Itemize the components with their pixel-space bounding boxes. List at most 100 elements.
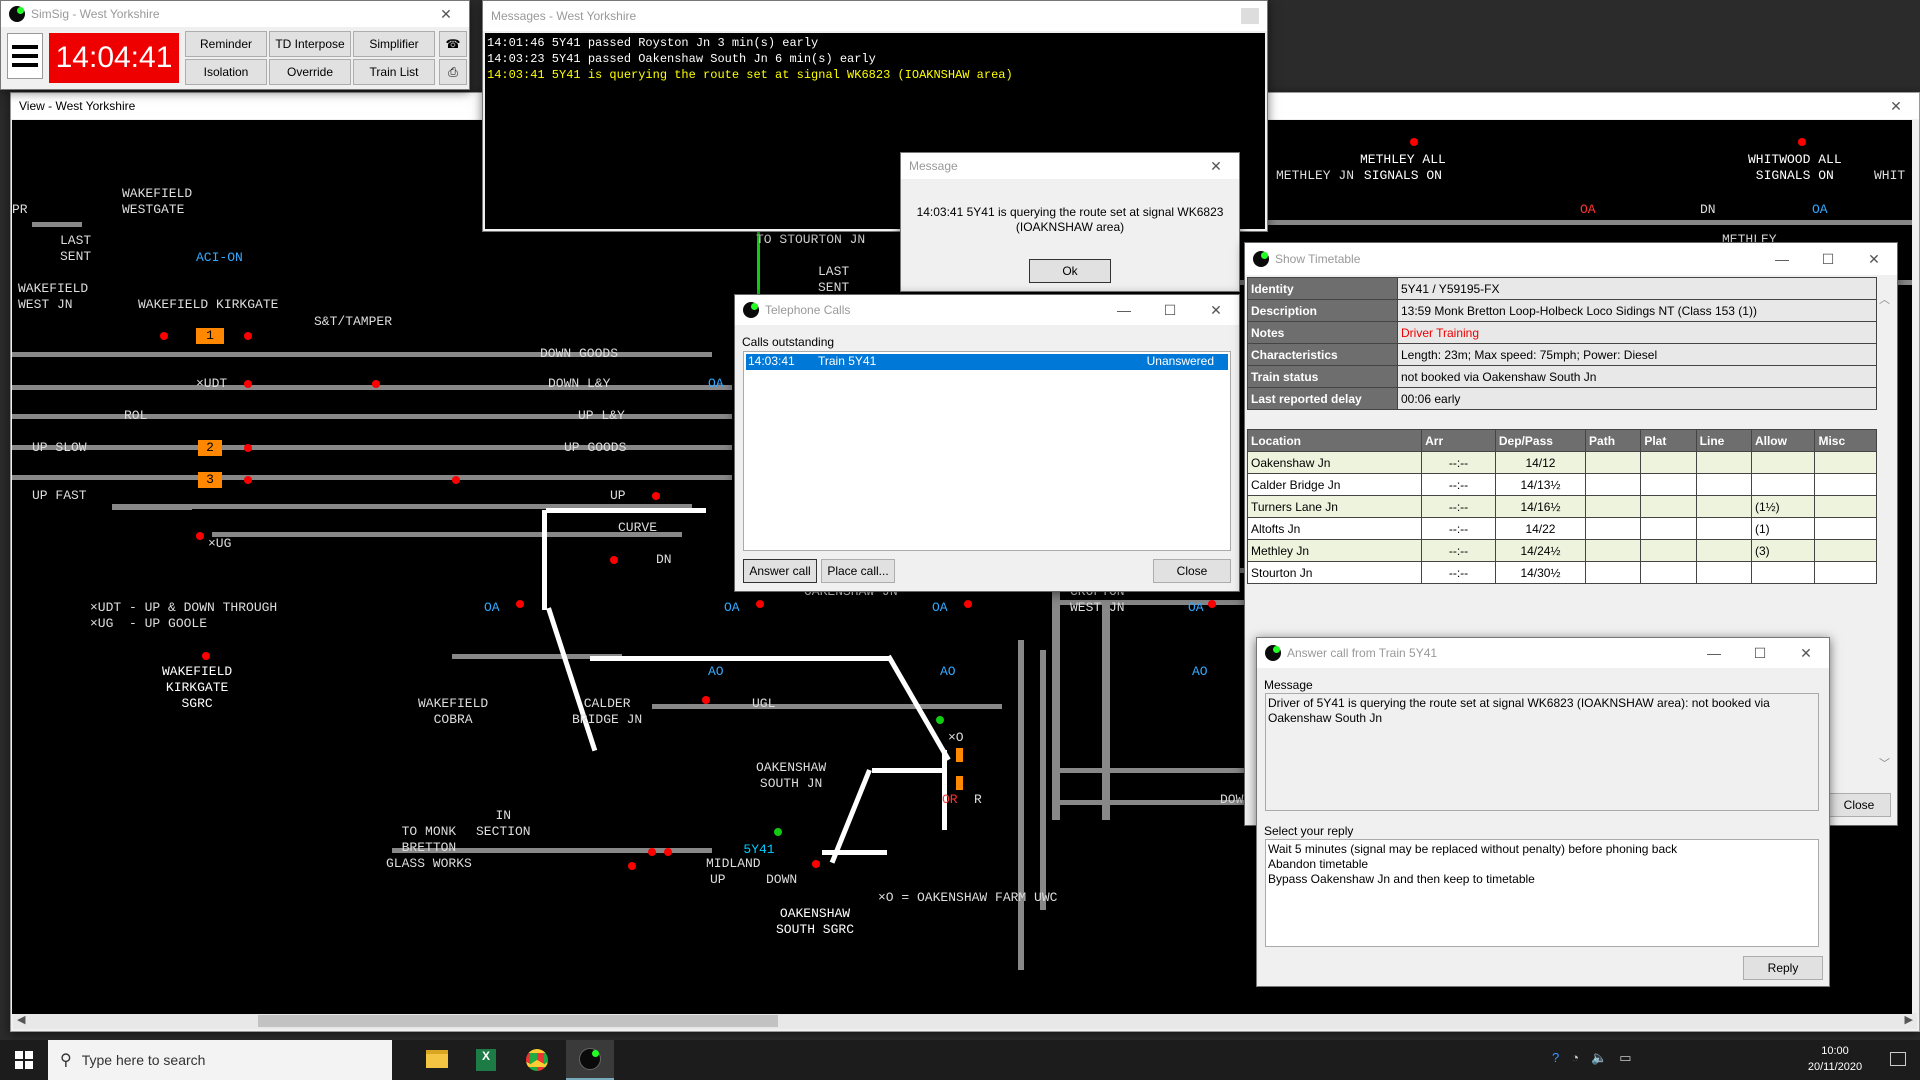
simplifier-button[interactable]: Simplifier	[353, 31, 435, 57]
scroll-right-icon[interactable]: ▶	[1905, 1013, 1913, 1026]
label-oa-3[interactable]: OA	[724, 600, 740, 616]
minimize-icon[interactable]: —	[1101, 295, 1147, 325]
signal[interactable]	[1208, 600, 1216, 608]
berth-3[interactable]: 3	[198, 472, 222, 488]
simsig-taskbar-button[interactable]	[566, 1040, 614, 1080]
isolation-button[interactable]: Isolation	[185, 59, 267, 85]
scroll-down-icon[interactable]: ﹀	[1879, 755, 1890, 771]
signal[interactable]	[196, 532, 204, 540]
timetable-row[interactable]: Methley Jn --:-- 14/24½ (3)	[1246, 539, 1877, 562]
signal[interactable]	[244, 476, 252, 484]
label-ao-1[interactable]: AO	[708, 664, 724, 680]
reply-button[interactable]: Reply	[1743, 956, 1823, 980]
signal[interactable]	[1410, 138, 1418, 146]
reply-option-3[interactable]: Bypass Oakenshaw Jn and then keep to tim…	[1268, 872, 1816, 887]
view-horizontal-scrollbar[interactable]: ◀ ▶	[13, 1013, 1917, 1029]
tray-clock[interactable]: 10:00 20/11/2020	[1790, 1043, 1880, 1075]
spreadsheet-app-icon[interactable]: X	[476, 1049, 496, 1071]
messages-scroll-box[interactable]	[1241, 8, 1259, 24]
timetable-row[interactable]: Stourton Jn --:-- 14/30½	[1246, 561, 1877, 584]
action-center-icon[interactable]	[1890, 1052, 1906, 1066]
taskbar-search[interactable]: ⚲ Type here to search	[48, 1040, 392, 1080]
train-list-button[interactable]: Train List	[353, 59, 435, 85]
signal[interactable]	[664, 848, 672, 856]
aci-on-indicator[interactable]: ACI-ON	[196, 250, 243, 266]
label-oa-1[interactable]: OA	[708, 376, 724, 392]
telephone-close-button[interactable]: Close	[1153, 559, 1231, 583]
timetable-scrollbar[interactable]: ︿ ﹀	[1879, 291, 1893, 771]
scroll-up-icon[interactable]: ︿	[1879, 291, 1890, 307]
timetable-close-button[interactable]: Close	[1827, 793, 1891, 817]
clock-display[interactable]: 14:04:41	[49, 33, 179, 83]
signal[interactable]	[372, 380, 380, 388]
printer-button[interactable]: ⎙	[439, 59, 467, 85]
label-oa-2[interactable]: OA	[484, 600, 500, 616]
scroll-left-icon[interactable]: ◀	[17, 1013, 25, 1026]
message-dialog-close-icon[interactable]: ✕	[1193, 151, 1239, 181]
maximize-icon[interactable]: ☐	[1147, 295, 1193, 325]
oakenshaw-farm-uwc-indicator[interactable]	[956, 748, 963, 762]
signal[interactable]	[756, 600, 764, 608]
label-oa-4[interactable]: OA	[932, 600, 948, 616]
override-button[interactable]: Override	[269, 59, 351, 85]
volume-icon[interactable]: 🔈	[1591, 1050, 1607, 1066]
signal[interactable]	[244, 380, 252, 388]
label-oa-5[interactable]: OA	[1188, 600, 1204, 616]
signal[interactable]	[244, 444, 252, 452]
signal-green[interactable]	[936, 716, 944, 724]
signal-green[interactable]	[774, 828, 782, 836]
berth-1[interactable]: 1	[196, 328, 224, 344]
menu-button[interactable]	[7, 33, 43, 79]
signal[interactable]	[812, 860, 820, 868]
timetable-row[interactable]: Oakenshaw Jn --:-- 14/12	[1246, 451, 1877, 474]
berth-2[interactable]: 2	[198, 440, 222, 456]
view-close-icon[interactable]: ✕	[1873, 91, 1919, 121]
place-call-button[interactable]: Place call...	[821, 559, 895, 583]
signal[interactable]	[452, 476, 460, 484]
signal[interactable]	[964, 600, 972, 608]
timetable-row[interactable]: Altofts Jn --:-- 14/22 (1)	[1246, 517, 1877, 540]
signal[interactable]	[628, 862, 636, 870]
label-methley-all-signals[interactable]: METHLEY ALL SIGNALS ON	[1360, 152, 1446, 184]
scrollbar-thumb[interactable]	[258, 1015, 778, 1027]
signal[interactable]	[244, 332, 252, 340]
notification-icon[interactable]: ▭	[1619, 1050, 1631, 1066]
close-icon[interactable]: ✕	[1851, 244, 1897, 274]
maximize-icon[interactable]: ☐	[1805, 244, 1851, 274]
tray-icons[interactable]: ? ◔ 🔈 ▭	[1552, 1050, 1632, 1066]
signal[interactable]	[702, 696, 710, 704]
label-ao-3[interactable]: AO	[1192, 664, 1208, 680]
minimize-icon[interactable]: —	[1691, 638, 1737, 668]
label-oa-7[interactable]: OA	[1812, 202, 1828, 218]
main-close-icon[interactable]: ✕	[423, 0, 469, 29]
ok-button[interactable]: Ok	[1029, 259, 1111, 283]
signal[interactable]	[160, 332, 168, 340]
oakenshaw-farm-uwc-indicator-2[interactable]	[956, 776, 963, 790]
signal[interactable]	[202, 652, 210, 660]
file-explorer-icon[interactable]	[426, 1050, 448, 1068]
label-oa-6[interactable]: OA	[1580, 202, 1596, 218]
reply-option-1[interactable]: Wait 5 minutes (signal may be replaced w…	[1268, 842, 1816, 857]
answer-call-button[interactable]: Answer call	[743, 559, 817, 583]
label-whitwood-all-signals[interactable]: WHITWOOD ALL SIGNALS ON	[1748, 152, 1842, 184]
signal[interactable]	[610, 556, 618, 564]
td-interpose-button[interactable]: TD Interpose	[269, 31, 351, 57]
start-button[interactable]	[0, 1040, 48, 1080]
close-icon[interactable]: ✕	[1193, 295, 1239, 325]
label-ao-2[interactable]: AO	[940, 664, 956, 680]
telephone-button[interactable]: ☎	[439, 31, 467, 57]
help-icon[interactable]: ?	[1552, 1050, 1559, 1066]
timetable-row[interactable]: Turners Lane Jn --:-- 14/16½ (1½)	[1246, 495, 1877, 518]
chrome-icon[interactable]	[526, 1049, 548, 1071]
signal[interactable]	[648, 848, 656, 856]
signal[interactable]	[516, 600, 524, 608]
network-icon[interactable]: ◔	[1571, 1050, 1579, 1066]
maximize-icon[interactable]: ☐	[1737, 638, 1783, 668]
reminder-button[interactable]: Reminder	[185, 31, 267, 57]
timetable-row[interactable]: Calder Bridge Jn --:-- 14/13½	[1246, 473, 1877, 496]
close-icon[interactable]: ✕	[1783, 638, 1829, 668]
signal[interactable]	[652, 492, 660, 500]
minimize-icon[interactable]: —	[1759, 244, 1805, 274]
train-5y41-berth[interactable]: 5Y41	[738, 842, 780, 858]
call-row[interactable]: 14:03:41 Train 5Y41 Unanswered	[746, 354, 1228, 370]
